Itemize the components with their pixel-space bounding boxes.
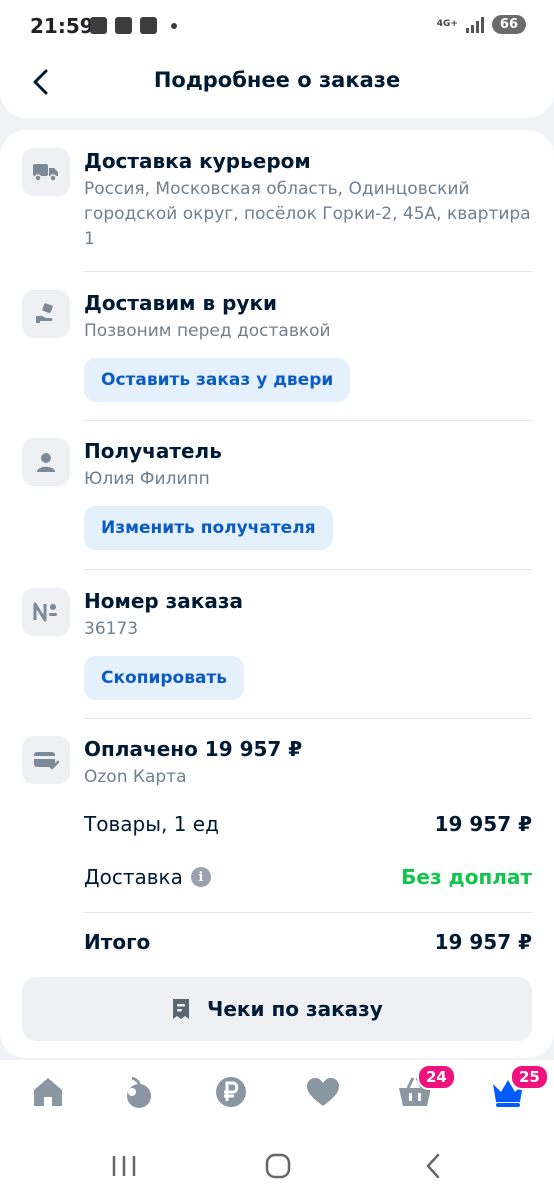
heart-icon (307, 1078, 339, 1106)
delivery-cost-label: Доставка (84, 865, 183, 889)
receipt-icon (173, 999, 190, 1019)
system-navigation-bar (0, 1140, 554, 1200)
goods-row: Товары, 1 ед 19 957 ₽ (84, 812, 532, 836)
delivery-title: Доставка курьером (84, 149, 311, 173)
nav-fresh[interactable] (118, 1072, 158, 1112)
nav-favorites[interactable] (303, 1072, 343, 1112)
order-number-value: 36173 (84, 619, 139, 639)
order-details-card: Доставка курьером Россия, Московская обл… (0, 130, 554, 1058)
home-button-icon (265, 1153, 291, 1179)
more-notifications-icon (171, 22, 177, 29)
divider (84, 912, 532, 913)
info-icon[interactable]: i (190, 867, 211, 887)
handover-subtitle: Позвоним перед доставкой (84, 321, 331, 341)
delivery-cost-value: Без доплат (401, 865, 532, 889)
app-notification-icon (115, 17, 132, 34)
network-type: 4G+ (436, 19, 458, 29)
change-recipient-button[interactable]: Изменить получателя (84, 506, 333, 550)
total-value: 19 957 ₽ (434, 930, 532, 954)
total-label: Итого (84, 930, 151, 954)
paid-amount-title: Оплачено 19 957 ₽ (84, 737, 303, 761)
recipient-title: Получатель (84, 439, 222, 463)
divider (84, 271, 532, 272)
battery-indicator: 66 (491, 15, 526, 34)
goods-value: 19 957 ₽ (434, 812, 532, 836)
receipts-label: Чеки по заказу (207, 997, 383, 1021)
nav-profile[interactable]: 25 (488, 1064, 549, 1112)
status-time: 21:59 (30, 14, 94, 38)
handover-title: Доставим в руки (84, 291, 278, 315)
profile-count-badge: 25 (510, 1064, 549, 1090)
bottom-navigation: 24 25 (0, 1060, 554, 1140)
divider (84, 420, 532, 421)
recent-apps-icon (112, 1156, 136, 1176)
delivery-address: Россия, Московская область, Одинцовский … (84, 179, 531, 249)
payment-method: Ozon Карта (84, 767, 187, 787)
apple-icon (127, 1076, 151, 1108)
system-back-icon (426, 1153, 440, 1179)
divider (84, 569, 532, 570)
number-sign-icon (22, 588, 70, 636)
signal-icon (465, 16, 484, 33)
ruble-icon (216, 1077, 246, 1107)
page-title: Подробнее о заказе (153, 68, 401, 92)
notification-icons (90, 17, 177, 34)
nav-finance[interactable] (211, 1072, 251, 1112)
home-icon (34, 1078, 62, 1106)
status-bar: 21:59 4G+ 66 (0, 0, 554, 54)
divider (84, 718, 532, 719)
leave-at-door-button[interactable]: Оставить заказ у двери (84, 358, 351, 402)
app-notification-icon (140, 17, 157, 34)
delivery-cost-row: Доставка i Без доплат (84, 865, 532, 889)
copy-order-number-button[interactable]: Скопировать (84, 656, 245, 700)
card-check-icon (22, 736, 70, 784)
delivery-cost-label-wrap: Доставка i (84, 865, 211, 889)
truck-icon (22, 148, 70, 196)
hand-box-icon (22, 290, 70, 338)
total-row: Итого 19 957 ₽ (84, 930, 532, 954)
receipts-button[interactable]: Чеки по заказу (22, 977, 532, 1041)
order-number-title: Номер заказа (84, 589, 243, 613)
person-icon (22, 438, 70, 486)
recipient-name: Юлия Филипп (84, 469, 210, 489)
page-header: Подробнее о заказе (0, 54, 554, 118)
cart-count-badge: 24 (417, 1064, 456, 1090)
nav-home[interactable] (28, 1072, 68, 1112)
gallery-notification-icon (90, 17, 107, 34)
nav-cart[interactable]: 24 (395, 1064, 456, 1112)
goods-label: Товары, 1 ед (84, 812, 219, 836)
